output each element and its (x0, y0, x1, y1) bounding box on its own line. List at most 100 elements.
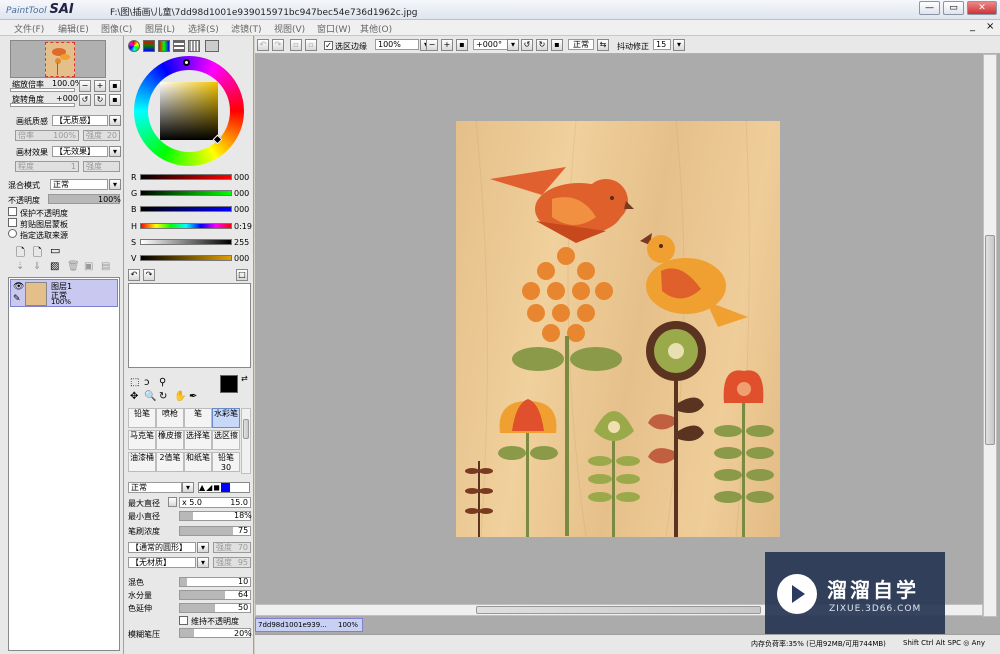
hue-picker-icon[interactable] (183, 59, 190, 66)
rotate-slider[interactable] (10, 103, 75, 107)
menu-edit[interactable]: 编辑(E) (58, 22, 89, 35)
brush-shape-dropdown[interactable]: ▾ (197, 542, 209, 553)
brush-grid-scrollbar[interactable] (241, 408, 251, 474)
canvas-vertical-scrollbar[interactable] (983, 54, 997, 617)
effect-strength-field[interactable]: 强度100 (83, 161, 120, 172)
protect-opacity-checkbox[interactable] (8, 207, 17, 216)
texture-amount-field[interactable]: 倍率 100% (15, 130, 79, 141)
document-tab[interactable]: 7dd98d1001e939... 100% (255, 618, 363, 632)
doc-minimize-button[interactable]: _ (970, 21, 975, 32)
view-mode-select[interactable]: 正常 (568, 39, 594, 50)
menu-view[interactable]: 视图(V) (274, 22, 305, 35)
menu-filter[interactable]: 滤镜(T) (231, 22, 262, 35)
menu-select[interactable]: 选择(S) (188, 22, 219, 35)
keep-opacity-checkbox[interactable] (179, 616, 188, 625)
rotate-ccw-button[interactable]: ↺ (79, 94, 91, 106)
brush-select-pen[interactable]: 选择笔 (184, 430, 212, 450)
shape-strength-field[interactable]: 强度 70 (213, 542, 251, 553)
move-icon[interactable]: ✥ (130, 391, 138, 402)
hsv-slider-tab-icon[interactable] (158, 40, 170, 52)
rotation-dropdown[interactable]: ▾ (507, 39, 519, 51)
paper-effect-select[interactable]: 【无效果】 (52, 146, 108, 157)
brush-marker[interactable]: 马克笔 (128, 430, 156, 450)
canvas-artwork[interactable] (456, 120, 780, 538)
invert-selection-button[interactable]: ▫ (305, 39, 317, 51)
brush-watercolor[interactable]: 水彩笔 (212, 408, 240, 428)
flip-button[interactable]: ⇆ (597, 39, 609, 51)
green-slider[interactable] (140, 190, 232, 196)
menu-window[interactable]: 窗口(W) (317, 22, 351, 35)
stabilizer-dropdown[interactable]: ▾ (673, 39, 685, 51)
color-wheel[interactable] (134, 56, 244, 166)
rotate-reset-button[interactable]: ▪ (109, 94, 121, 106)
magic-wand-icon[interactable]: ⚲ (159, 377, 166, 388)
maximize-button[interactable]: ▭ (943, 1, 964, 15)
new-folder-icon[interactable]: ▭ (50, 244, 60, 257)
zoom-out-button[interactable]: − (79, 80, 91, 92)
brush-texture-select[interactable]: 【无材质】 (128, 557, 196, 568)
selection-source-checkbox[interactable] (8, 229, 17, 238)
brush-pen[interactable]: 笔 (184, 408, 212, 428)
undo-button[interactable]: ↶ (257, 39, 269, 51)
brush-shape-presets[interactable]: ▲◢◼■ (198, 482, 250, 493)
red-slider[interactable] (140, 174, 232, 180)
blend-mode-select[interactable]: 正常 (50, 179, 108, 190)
menu-layer[interactable]: 图层(L) (145, 22, 175, 35)
redo-button[interactable]: ↷ (272, 39, 284, 51)
sv-square[interactable] (160, 82, 218, 140)
transfer-down-icon[interactable]: ⇣ (16, 261, 24, 272)
eyedropper-icon[interactable]: ✒ (189, 391, 197, 402)
scratchpad-tab-icon[interactable] (205, 40, 219, 52)
paper-texture-dropdown[interactable]: ▾ (109, 115, 121, 126)
zoom-select[interactable]: 100% (375, 39, 419, 50)
stabilizer-field[interactable]: 15 (653, 39, 671, 50)
brush-pencil[interactable]: 铅笔 (128, 408, 156, 428)
clip-group-checkbox[interactable] (8, 218, 17, 227)
selection-edge-checkbox[interactable]: ✓ (324, 41, 333, 50)
eye-icon[interactable]: 👁 (13, 282, 24, 292)
brush-eraser[interactable]: 橡皮擦 (156, 430, 184, 450)
layer-list[interactable]: 👁 ✎ 图层1 正常 100% (8, 277, 120, 651)
delete-layer-icon[interactable]: 🗑 (67, 261, 80, 272)
zoom-in-button[interactable]: + (94, 80, 106, 92)
brush-mode-dropdown[interactable]: ▾ (182, 482, 194, 493)
canvas-rotate-reset-button[interactable]: ▪ (551, 39, 563, 51)
hand-icon[interactable]: ✋ (174, 391, 186, 402)
canvas-zoom-in-button[interactable]: + (441, 39, 453, 51)
blue-slider[interactable] (140, 206, 232, 212)
brush-pencil-30[interactable]: 铅笔30 (212, 452, 240, 472)
brush-washi-pen[interactable]: 和纸笔 (184, 452, 212, 472)
scratch-clear-button[interactable]: □ (236, 269, 248, 281)
zoom-slider[interactable] (10, 88, 75, 92)
swatches-tab-icon[interactable] (188, 40, 200, 52)
scratch-redo-button[interactable]: ↷ (143, 269, 155, 281)
intermediate-color-tab-icon[interactable] (173, 40, 185, 52)
blend-mode-dropdown[interactable]: ▾ (109, 179, 121, 190)
swap-colors-icon[interactable]: ⇄ (241, 374, 248, 383)
navigator-preview[interactable] (10, 40, 106, 78)
canvas-zoom-out-button[interactable]: − (426, 39, 438, 51)
diameter-lock-button[interactable] (168, 497, 177, 507)
rgb-slider-tab-icon[interactable] (143, 40, 155, 52)
saturation-slider[interactable] (140, 239, 232, 245)
brush-airbrush[interactable]: 喷枪 (156, 408, 184, 428)
zoom-icon[interactable]: 🔍 (144, 391, 156, 402)
menu-other[interactable]: 其他(O) (360, 22, 392, 35)
menu-file[interactable]: 文件(F) (14, 22, 44, 35)
max-diameter-field[interactable]: x 5.0 15.0 (179, 497, 251, 508)
brush-select-eraser[interactable]: 选区擦 (212, 430, 240, 450)
texture-strength-field[interactable]: 强度 20 (83, 130, 120, 141)
zoom-reset-button[interactable]: ▪ (109, 80, 121, 92)
close-button[interactable]: ✕ (967, 1, 997, 15)
layer-mask-icon[interactable]: ▣ (84, 261, 93, 272)
effect-amount-field[interactable]: 程度 1 (15, 161, 79, 172)
merge-down-icon[interactable]: ⇓ (33, 261, 41, 272)
paper-texture-select[interactable]: 【无质感】 (52, 115, 108, 126)
texture-strength-field-brush[interactable]: 强度 95 (213, 557, 251, 568)
rotate-cw-button[interactable]: ↻ (94, 94, 106, 106)
layer-row[interactable]: 👁 ✎ 图层1 正常 100% (10, 279, 118, 307)
apply-mask-icon[interactable]: ▤ (101, 261, 110, 272)
scratch-undo-button[interactable]: ↶ (128, 269, 140, 281)
rect-select-icon[interactable]: ⬚ (130, 377, 139, 388)
minimize-button[interactable]: — (919, 1, 940, 15)
